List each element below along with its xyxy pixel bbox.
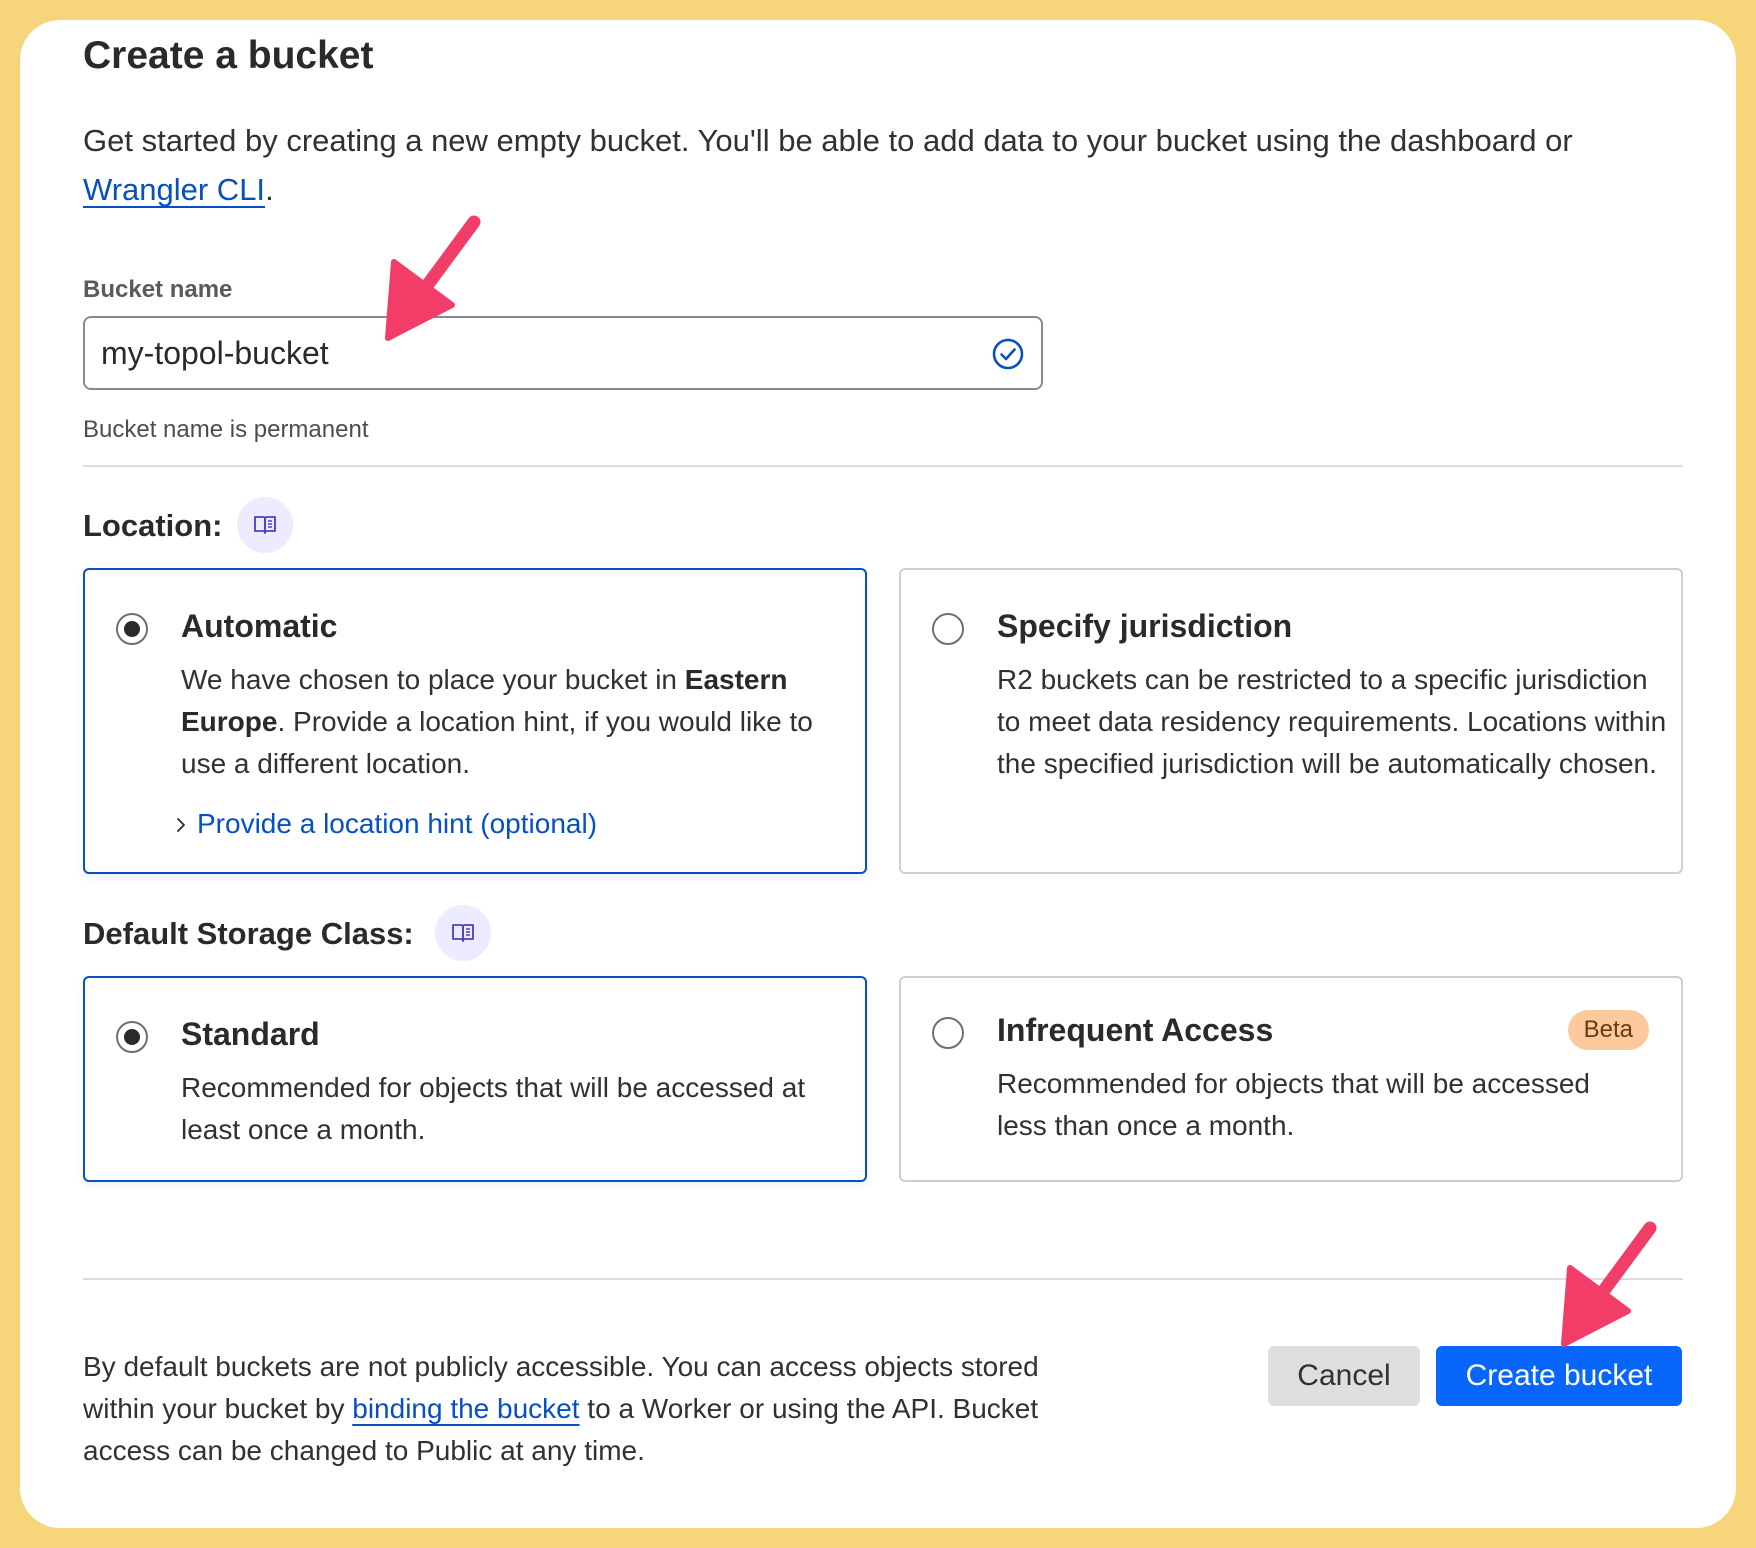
page-title: Create a bucket <box>83 34 374 77</box>
bucket-name-input[interactable] <box>85 318 1041 388</box>
wrangler-cli-link[interactable]: Wrangler CLI <box>83 172 265 207</box>
intro-text-end: . <box>265 172 274 207</box>
divider <box>83 465 1683 467</box>
location-option-jurisdiction[interactable]: Specify jurisdiction R2 buckets can be r… <box>899 568 1683 874</box>
storage-class-label: Default Storage Class: <box>83 916 414 951</box>
intro-text-body: Get started by creating a new empty buck… <box>83 123 1573 158</box>
location-hint-link[interactable]: Provide a location hint (optional) <box>197 808 597 840</box>
location-hint-toggle[interactable]: Provide a location hint (optional) <box>177 808 597 840</box>
create-bucket-dialog: Create a bucket Get started by creating … <box>20 20 1736 1528</box>
annotation-arrow-icon <box>1561 1221 1657 1347</box>
check-circle-icon <box>992 338 1024 370</box>
bucket-name-label: Bucket name <box>83 276 233 303</box>
infrequent-access-description: Recommended for objects that will be acc… <box>997 1068 1590 1141</box>
footer-divider <box>83 1278 1683 1280</box>
location-label: Location: <box>83 508 223 543</box>
chevron-right-icon <box>177 818 185 832</box>
automatic-desc-pre: We have chosen to place your bucket in <box>181 664 685 695</box>
book-icon <box>254 516 276 534</box>
jurisdiction-description: R2 buckets can be restricted to a specif… <box>997 664 1667 779</box>
location-option-automatic[interactable]: Automatic We have chosen to place your b… <box>83 568 867 874</box>
binding-the-bucket-link[interactable]: binding the bucket <box>352 1393 579 1424</box>
automatic-description: We have chosen to place your bucket in E… <box>181 659 841 785</box>
infrequent-access-radio[interactable] <box>932 1017 964 1049</box>
location-docs-button[interactable] <box>237 497 293 553</box>
automatic-title: Automatic <box>181 608 338 644</box>
access-note: By default buckets are not publicly acce… <box>83 1346 1103 1472</box>
standard-description: Recommended for objects that will be acc… <box>181 1072 806 1145</box>
storage-option-standard[interactable]: Standard Recommended for objects that wi… <box>83 976 867 1182</box>
storage-class-docs-button[interactable] <box>435 905 491 961</box>
standard-title: Standard <box>181 1016 320 1052</box>
automatic-radio[interactable] <box>116 613 148 645</box>
create-bucket-button[interactable]: Create bucket <box>1436 1346 1682 1406</box>
storage-option-infrequent-access[interactable]: Infrequent Access Beta Recommended for o… <box>899 976 1683 1182</box>
bucket-name-field[interactable] <box>83 316 1043 390</box>
annotation-arrow-icon <box>385 215 481 341</box>
book-icon <box>452 924 474 942</box>
standard-radio[interactable] <box>116 1021 148 1053</box>
intro-text: Get started by creating a new empty buck… <box>83 116 1703 214</box>
beta-badge: Beta <box>1567 1010 1649 1050</box>
bucket-name-helper: Bucket name is permanent <box>83 416 369 443</box>
cancel-button[interactable]: Cancel <box>1268 1346 1420 1406</box>
jurisdiction-title: Specify jurisdiction <box>997 608 1293 644</box>
infrequent-access-title: Infrequent Access <box>997 1012 1274 1048</box>
jurisdiction-radio[interactable] <box>932 613 964 645</box>
